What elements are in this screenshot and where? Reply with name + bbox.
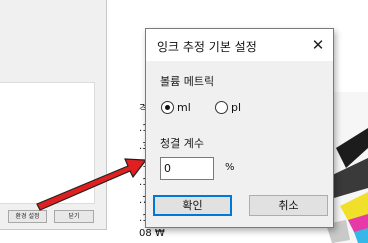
close-icon[interactable]: ✕ — [305, 32, 331, 58]
radio-ml-label: ml — [177, 100, 191, 114]
cleaning-coefficient-input[interactable]: 0 — [160, 157, 214, 180]
cleaning-coefficient-label: 청결 계수 — [160, 137, 204, 150]
ink-estimate-settings-dialog: 잉크 추정 기본 설정 ✕ 볼륨 메트릭 ml pl 청결 계수 0 % 확인 … — [145, 28, 334, 228]
radio-pl[interactable]: pl — [215, 99, 241, 115]
radio-ml[interactable]: ml — [161, 99, 191, 115]
ok-button[interactable]: 확인 — [153, 195, 232, 216]
radio-ml-indicator[interactable] — [161, 100, 174, 114]
cancel-button[interactable]: 취소 — [249, 195, 328, 216]
dialog-titlebar: 잉크 추정 기본 설정 ✕ — [146, 29, 333, 61]
radio-pl-label: pl — [231, 100, 242, 114]
percent-unit: % — [225, 162, 235, 173]
screen: 환경 설정 닫기 격 .1 .3 .1 .1 .7 .1 08 ₩ 잉크 추정 … — [0, 0, 368, 243]
volume-metric-label: 볼륨 메트릭 — [160, 75, 215, 88]
radio-pl-indicator[interactable] — [215, 100, 228, 114]
dialog-title: 잉크 추정 기본 설정 — [157, 40, 257, 54]
